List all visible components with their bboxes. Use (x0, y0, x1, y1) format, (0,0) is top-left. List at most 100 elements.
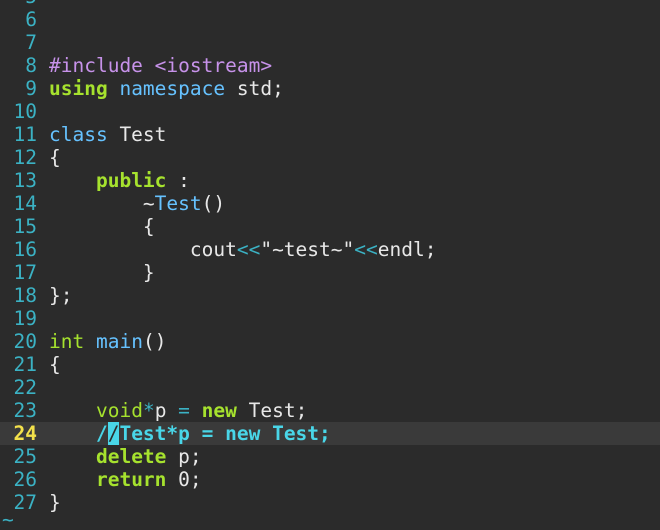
code-line[interactable]: 25 delete p; (0, 445, 660, 468)
code-token: 0; (166, 468, 202, 491)
code-line[interactable]: 18}; (0, 284, 660, 307)
line-number: 24 (13, 422, 37, 445)
line-number: 23 (13, 399, 37, 422)
line-code[interactable]: { (49, 215, 155, 238)
code-line[interactable]: 16 cout<<"~test~"<<endl; (0, 238, 660, 261)
code-line[interactable]: 17 } (0, 261, 660, 284)
code-token: ~ (49, 192, 155, 215)
line-number: 11 (13, 123, 37, 146)
line-code[interactable]: { (49, 146, 61, 169)
code-token: void (95, 399, 143, 422)
line-number: 18 (13, 284, 37, 307)
code-token: }; (49, 284, 73, 307)
line-number: 12 (13, 146, 37, 169)
code-token: namespace (119, 77, 226, 100)
line-number: 17 (13, 261, 37, 284)
code-line[interactable]: 11 class Test (0, 123, 660, 146)
code-token: new (201, 399, 237, 422)
line-number: 22 (13, 376, 37, 399)
code-token: p (154, 399, 179, 422)
line-number: 16 (13, 238, 37, 261)
code-line[interactable]: 13 public : (0, 169, 660, 192)
code-line[interactable]: 12 { (0, 146, 660, 169)
code-token: } (49, 261, 155, 284)
code-token: cout (49, 238, 237, 261)
end-of-buffer-marker: ~ (2, 508, 14, 530)
code-token: { (49, 353, 61, 376)
code-line[interactable]: 6 (0, 8, 660, 31)
line-number: 7 (25, 31, 37, 54)
code-token: return (95, 468, 167, 491)
code-line[interactable]: 21 { (0, 353, 660, 376)
line-code[interactable]: cout<<"~test~"<<endl; (49, 238, 437, 261)
code-lines[interactable]: 5678 #include <iostream> 9 using namespace … (0, 0, 660, 514)
code-token: Test*p = new Test; (119, 422, 331, 445)
line-code[interactable]: #include <iostream> (49, 54, 272, 77)
line-code[interactable]: delete p; (49, 445, 202, 468)
code-line[interactable]: 7 (0, 31, 660, 54)
code-token: * (142, 399, 155, 422)
code-line[interactable]: 15 { (0, 215, 660, 238)
line-number: 6 (25, 8, 37, 31)
code-line[interactable]: 9 using namespace std; (0, 77, 660, 100)
code-token: << (236, 238, 261, 261)
line-number: 14 (13, 192, 37, 215)
code-token: std; (225, 77, 284, 100)
line-number: 10 (13, 100, 37, 123)
line-number: 5 (0, 0, 37, 8)
line-number: 25 (13, 445, 37, 468)
code-token: { (49, 215, 155, 238)
line-number: 21 (13, 353, 37, 376)
line-code[interactable]: { (49, 353, 61, 376)
code-token: = (178, 399, 190, 422)
code-token: Test; (236, 399, 308, 422)
code-line[interactable]: 19 (0, 307, 660, 330)
code-token: << (354, 238, 378, 261)
line-code[interactable]: public : (49, 169, 190, 192)
code-token: public (95, 169, 167, 192)
line-number: 8 (25, 54, 37, 77)
line-number: 19 (13, 307, 37, 330)
line-number: 26 (13, 468, 37, 491)
line-code[interactable]: //Test*p = new Test; (49, 422, 331, 445)
code-token: Test (107, 123, 167, 146)
code-token: () (201, 192, 226, 215)
line-code[interactable]: ~Test() (49, 192, 225, 215)
line-number: 15 (13, 215, 37, 238)
line-code[interactable]: class Test (49, 123, 166, 146)
code-line[interactable]: 20 int main() (0, 330, 660, 353)
current-code-line[interactable]: 24 //Test*p = new Test; (0, 422, 660, 445)
code-token: delete (95, 445, 167, 468)
code-token: / (49, 422, 108, 445)
code-token: () (142, 330, 167, 353)
code-token: class (49, 123, 108, 146)
code-token: : (166, 169, 190, 192)
line-code[interactable]: return 0; (49, 468, 202, 491)
code-line[interactable]: 14 ~Test() (0, 192, 660, 215)
line-code[interactable]: } (49, 261, 155, 284)
code-token: using (49, 77, 108, 100)
text-cursor: / (107, 422, 120, 445)
code-token: "~test~" (260, 238, 355, 261)
line-number: 9 (25, 77, 37, 100)
code-token: main (95, 330, 143, 353)
code-token: endl; (377, 238, 437, 261)
code-line[interactable]: 10 (0, 100, 660, 123)
line-code[interactable]: void*p = new Test; (49, 399, 307, 422)
code-line[interactable]: 22 (0, 376, 660, 399)
code-line[interactable]: 23 void*p = new Test; (0, 399, 660, 422)
code-line[interactable]: 26 return 0; (0, 468, 660, 491)
code-token: #include <iostream> (49, 54, 273, 77)
code-line[interactable]: 8 #include <iostream> (0, 54, 660, 77)
line-code[interactable]: }; (49, 284, 72, 307)
code-line[interactable]: 5 (0, 0, 660, 8)
line-code[interactable]: using namespace std; (49, 77, 284, 100)
line-code[interactable]: int main() (49, 330, 166, 353)
code-editor[interactable]: 5678 #include <iostream> 9 using namespace … (0, 0, 660, 530)
